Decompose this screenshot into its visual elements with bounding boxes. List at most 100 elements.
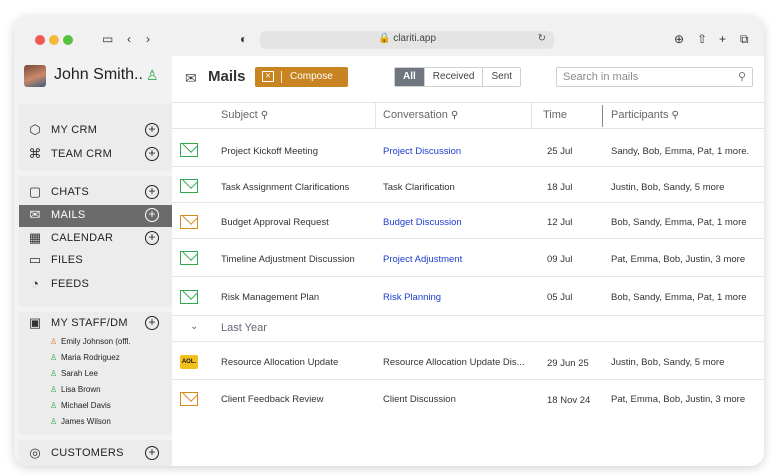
green-envelope-icon (180, 179, 198, 193)
aol-icon: AOL. (180, 355, 198, 369)
sidebar-item-chats[interactable]: ▢ CHATS + (19, 182, 172, 204)
staff-item[interactable]: ♙ James Wilson (50, 417, 111, 426)
customers-icon: ◎ (29, 445, 41, 460)
table-row[interactable]: AOL. Resource Allocation Update Resource… (172, 343, 764, 380)
sidebar-item-calendar[interactable]: ▦ CALENDAR + (19, 228, 172, 250)
mail-participants: Bob, Sandy, Emma, Pat, 1 more (611, 217, 747, 228)
minimize-window-button[interactable] (49, 35, 59, 45)
add-chat-button[interactable]: + (145, 185, 159, 199)
mail-time: 05 Jul (547, 292, 573, 303)
mail-time: 09 Jul (547, 254, 573, 265)
forward-icon[interactable]: › (146, 32, 150, 46)
search-icon[interactable]: ⚲ (671, 110, 678, 121)
add-calendar-button[interactable]: + (145, 231, 159, 245)
url-text: clariti.app (393, 33, 437, 44)
avatar (24, 65, 46, 87)
staff-item[interactable]: ♙ Maria Rodriguez (50, 353, 120, 362)
staff-item[interactable]: ♙ Sarah Lee (50, 369, 98, 378)
table-row[interactable]: Risk Management Plan Risk Planning 05 Ju… (172, 277, 764, 316)
table-row[interactable]: Timeline Adjustment Discussion Project A… (172, 239, 764, 277)
person-icon: ♙ (50, 385, 58, 394)
reload-icon[interactable]: ↻ (538, 33, 546, 44)
compose-icon: ✕ (262, 71, 274, 82)
add-customer-button[interactable]: + (145, 446, 159, 460)
column-label: Participants (611, 109, 669, 121)
person-icon: ♙ (50, 401, 58, 410)
table-row[interactable]: Project Kickoff Meeting Project Discussi… (172, 130, 764, 167)
download-icon[interactable]: ⊕ (674, 32, 684, 46)
sidebar-item-label: FILES (51, 254, 84, 266)
person-icon: ♙ (50, 369, 58, 378)
conversation-label[interactable]: Resource Allocation Update Dis... (383, 357, 533, 368)
staff-item[interactable]: ♙ Michael Davis (50, 401, 111, 410)
sidebar-icon[interactable]: ▭ (102, 32, 113, 46)
column-time[interactable]: Time (543, 109, 567, 121)
add-my-crm-button[interactable]: + (145, 123, 159, 137)
sidebar-item-my-staff[interactable]: ▣ MY STAFF/DM + (19, 313, 172, 335)
mail-subject: Risk Management Plan (221, 292, 320, 303)
green-envelope-icon (180, 290, 198, 304)
column-conversation[interactable]: Conversation ⚲ (383, 109, 458, 121)
compose-button[interactable]: ✕ Compose (255, 67, 348, 87)
address-bar[interactable]: 🔒 clariti.app ↻ (260, 31, 554, 49)
tab-received[interactable]: Received (423, 68, 483, 86)
back-icon[interactable]: ‹ (127, 32, 131, 46)
sidebar-item-team-crm[interactable]: ⌘ TEAM CRM + (19, 144, 172, 166)
tabs-icon[interactable]: ⧉ (740, 32, 749, 46)
conversation-link[interactable]: Project Discussion (383, 146, 533, 157)
browser-toolbar: ▭ ‹ › ◐ 🔒 clariti.app ↻ ⊕ ⇧ + ⧉ (14, 16, 764, 56)
mail-participants: Pat, Emma, Bob, Justin, 3 more (611, 394, 746, 405)
network-icon: ⌘ (28, 146, 42, 161)
column-subject[interactable]: Subject ⚲ (221, 109, 268, 121)
sidebar-item-feeds[interactable]: ◔ FEEDS (19, 274, 172, 296)
column-participants[interactable]: Participants ⚲ (611, 109, 679, 121)
sidebar-item-my-crm[interactable]: ⬡ MY CRM + (19, 120, 172, 142)
staff-item[interactable]: ♙ Lisa Brown (50, 385, 101, 394)
search-input[interactable] (563, 70, 723, 84)
hexagon-icon: ⬡ (29, 122, 41, 137)
mail-icon: ✉ (29, 207, 41, 222)
table-row[interactable]: Client Feedback Review Client Discussion… (172, 380, 764, 416)
staff-item[interactable]: ♙ Emily Johnson (offl. (50, 337, 131, 346)
conversation-link[interactable]: Project Adjustment (383, 254, 533, 265)
folder-icon: ▭ (28, 252, 42, 267)
search-icon[interactable]: ⚲ (451, 110, 458, 121)
sidebar-item-mails[interactable]: ✉ MAILS + (19, 205, 172, 227)
new-tab-icon[interactable]: + (719, 32, 726, 46)
add-team-crm-button[interactable]: + (145, 147, 159, 161)
staff-icon: ▣ (28, 315, 42, 330)
add-mail-button[interactable]: + (145, 208, 159, 222)
shield-icon[interactable]: ◐ (240, 32, 247, 46)
group-header-last-year[interactable]: ⌄ Last Year (172, 316, 764, 342)
search-icon[interactable]: ⚲ (738, 70, 746, 83)
add-staff-button[interactable]: + (145, 316, 159, 330)
mail-participants: Bob, Sandy, Emma, Pat, 1 more (611, 292, 747, 303)
tab-sent[interactable]: Sent (482, 68, 520, 86)
sidebar-item-files[interactable]: ▭ FILES (19, 250, 172, 272)
table-row[interactable]: Task Assignment Clarifications Task Clar… (172, 167, 764, 203)
chevron-down-icon[interactable]: ⌄ (190, 321, 198, 332)
chat-icon: ▢ (28, 184, 42, 199)
staff-name: Maria Rodriguez (61, 353, 120, 362)
conversation-link[interactable]: Risk Planning (383, 292, 533, 303)
mail-time: 18 Nov 24 (547, 395, 591, 406)
search-icon[interactable]: ⚲ (261, 110, 268, 121)
sidebar-item-label: MY STAFF/DM (51, 317, 128, 329)
sidebar-item-label: MY CRM (51, 124, 98, 136)
sidebar-item-customers[interactable]: ◎ CUSTOMERS + (19, 443, 172, 465)
conversation-label[interactable]: Client Discussion (383, 394, 533, 405)
table-row[interactable]: Budget Approval Request Budget Discussio… (172, 203, 764, 239)
tab-all[interactable]: All (395, 68, 424, 86)
maximize-window-button[interactable] (63, 35, 73, 45)
calendar-icon: ▦ (28, 230, 42, 245)
sidebar-item-label: CALENDAR (51, 232, 114, 244)
sidebar-item-label: CUSTOMERS (51, 447, 124, 459)
page-title: Mails (208, 68, 246, 85)
column-resize-handle[interactable] (602, 105, 603, 127)
conversation-link[interactable]: Budget Discussion (383, 217, 533, 228)
conversation-label[interactable]: Task Clarification (383, 182, 533, 193)
staff-name: Emily Johnson (61, 337, 114, 346)
share-icon[interactable]: ⇧ (697, 32, 707, 46)
mail-time: 29 Jun 25 (547, 358, 589, 369)
close-window-button[interactable] (35, 35, 45, 45)
